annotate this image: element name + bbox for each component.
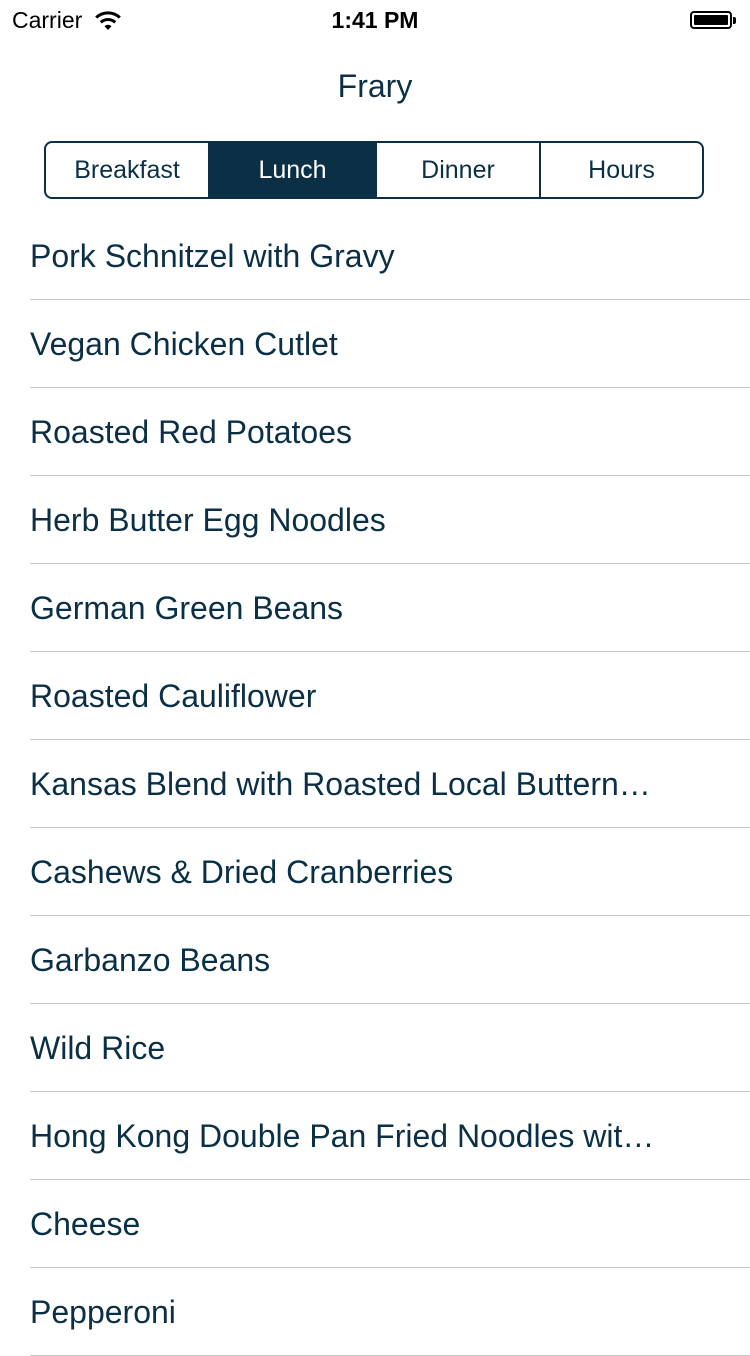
meal-segmented-control: Breakfast Lunch Dinner Hours: [44, 141, 704, 199]
list-item-label: Vegan Chicken Cutlet: [30, 325, 338, 362]
list-item[interactable]: Garbanzo Beans: [0, 916, 750, 1004]
list-item[interactable]: Wild Rice: [0, 1004, 750, 1092]
battery-full-icon: [690, 10, 738, 30]
list-item-label: Roasted Red Potatoes: [30, 413, 352, 450]
list-item-label: Garbanzo Beans: [30, 941, 271, 978]
list-item-label: Wild Rice: [30, 1029, 166, 1066]
list-item[interactable]: German Green Beans: [0, 564, 750, 652]
page-title: Frary: [337, 68, 413, 104]
list-item[interactable]: Cheese: [0, 1180, 750, 1268]
list-item-label: Kansas Blend with Roasted Local Buttern…: [30, 765, 651, 802]
list-item[interactable]: Pork Schnitzel with Gravy: [0, 212, 750, 300]
status-bar: Carrier 1:41 PM: [0, 0, 750, 40]
list-item[interactable]: Roasted Cauliflower: [0, 652, 750, 740]
list-item[interactable]: Herb Butter Egg Noodles: [0, 476, 750, 564]
list-item[interactable]: Cashews & Dried Cranberries: [0, 828, 750, 916]
tab-hours[interactable]: Hours: [539, 143, 702, 197]
list-item-label: Cashews & Dried Cranberries: [30, 853, 454, 890]
list-item[interactable]: Pepperoni: [0, 1268, 750, 1356]
list-item-label: Cheese: [30, 1205, 141, 1242]
list-item-label: Roasted Cauliflower: [30, 677, 317, 714]
list-item-label: Pepperoni: [30, 1293, 176, 1330]
list-item[interactable]: Hong Kong Double Pan Fried Noodles wit…: [0, 1092, 750, 1180]
status-time: 1:41 PM: [331, 7, 419, 33]
menu-list: Pork Schnitzel with Gravy Vegan Chicken …: [0, 212, 750, 1356]
list-item-label: German Green Beans: [30, 589, 344, 626]
list-item-label: Herb Butter Egg Noodles: [30, 501, 386, 538]
tab-breakfast[interactable]: Breakfast: [46, 143, 208, 197]
list-item[interactable]: Roasted Red Potatoes: [0, 388, 750, 476]
tab-lunch[interactable]: Lunch: [208, 143, 375, 197]
tab-dinner[interactable]: Dinner: [375, 143, 539, 197]
list-item-label: Pork Schnitzel with Gravy: [30, 237, 395, 274]
list-item[interactable]: Kansas Blend with Roasted Local Buttern…: [0, 740, 750, 828]
list-item-label: Hong Kong Double Pan Fried Noodles wit…: [30, 1117, 655, 1154]
list-item[interactable]: Vegan Chicken Cutlet: [0, 300, 750, 388]
